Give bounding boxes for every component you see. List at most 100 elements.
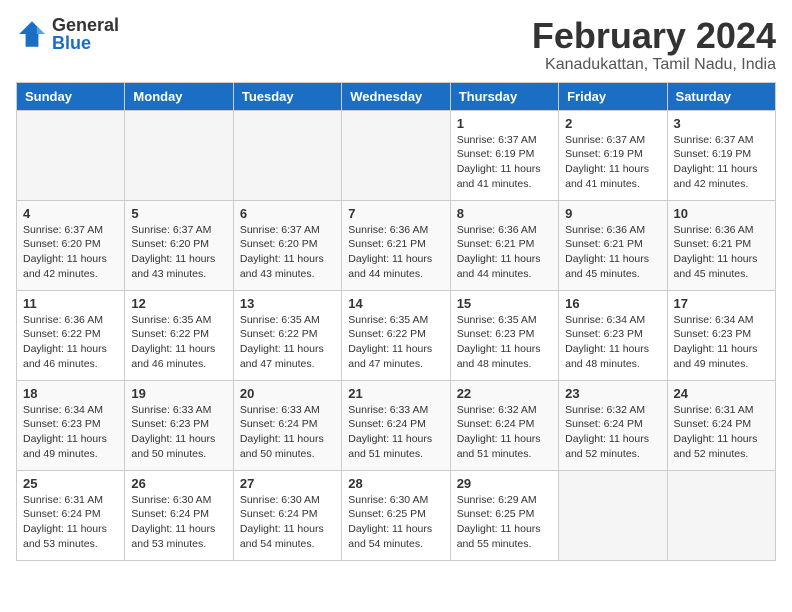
day-number: 2 <box>565 116 660 131</box>
day-number: 15 <box>457 296 552 311</box>
calendar-cell: 28Sunrise: 6:30 AM Sunset: 6:25 PM Dayli… <box>342 470 450 560</box>
calendar-cell: 5 Sunrise: 6:37 AM Sunset: 6:20 PM Daylig… <box>125 200 233 290</box>
day-number: 18 <box>23 386 118 401</box>
day-info: Sunrise: 6:36 AM Sunset: 6:21 PM Dayligh… <box>674 223 769 282</box>
calendar-cell: 20Sunrise: 6:33 AM Sunset: 6:24 PM Dayli… <box>233 380 341 470</box>
day-info: Sunrise: 6:32 AM Sunset: 6:24 PM Dayligh… <box>457 403 552 462</box>
day-info: Sunrise: 6:36 AM Sunset: 6:21 PM Dayligh… <box>348 223 443 282</box>
day-info: Sunrise: 6:30 AM Sunset: 6:24 PM Dayligh… <box>131 493 226 552</box>
day-info: Sunrise: 6:31 AM Sunset: 6:24 PM Dayligh… <box>23 493 118 552</box>
day-info: Sunrise: 6:37 AM Sunset: 6:19 PM Dayligh… <box>565 133 660 192</box>
calendar-cell: 21 Sunrise: 6:33 AM Sunset: 6:24 PM Dayli… <box>342 380 450 470</box>
day-number: 6 <box>240 206 335 221</box>
calendar-cell: 1 Sunrise: 6:37 AM Sunset: 6:19 PM Daylig… <box>450 110 558 200</box>
calendar-cell <box>125 110 233 200</box>
calendar-cell: 6 Sunrise: 6:37 AM Sunset: 6:20 PM Daylig… <box>233 200 341 290</box>
calendar-cell: 18 Sunrise: 6:34 AM Sunset: 6:23 PM Dayli… <box>17 380 125 470</box>
calendar-cell: 15 Sunrise: 6:35 AM Sunset: 6:23 PM Dayli… <box>450 290 558 380</box>
day-info: Sunrise: 6:35 AM Sunset: 6:22 PM Dayligh… <box>348 313 443 372</box>
calendar-cell: 8Sunrise: 6:36 AM Sunset: 6:21 PM Daylig… <box>450 200 558 290</box>
calendar-cell: 14 Sunrise: 6:35 AM Sunset: 6:22 PM Dayli… <box>342 290 450 380</box>
calendar-cell: 27 Sunrise: 6:30 AM Sunset: 6:24 PM Dayli… <box>233 470 341 560</box>
day-number: 29 <box>457 476 552 491</box>
day-number: 25 <box>23 476 118 491</box>
calendar-header: SundayMondayTuesdayWednesdayThursdayFrid… <box>17 82 776 110</box>
day-info: Sunrise: 6:37 AM Sunset: 6:20 PM Dayligh… <box>240 223 335 282</box>
calendar-cell: 12Sunrise: 6:35 AM Sunset: 6:22 PM Dayli… <box>125 290 233 380</box>
calendar-cell: 9Sunrise: 6:36 AM Sunset: 6:21 PM Daylig… <box>559 200 667 290</box>
day-info: Sunrise: 6:33 AM Sunset: 6:23 PM Dayligh… <box>131 403 226 462</box>
day-info: Sunrise: 6:33 AM Sunset: 6:24 PM Dayligh… <box>240 403 335 462</box>
week-row-1: 4 Sunrise: 6:37 AM Sunset: 6:20 PM Daylig… <box>17 200 776 290</box>
calendar-cell: 2 Sunrise: 6:37 AM Sunset: 6:19 PM Daylig… <box>559 110 667 200</box>
calendar-cell: 23 Sunrise: 6:32 AM Sunset: 6:24 PM Dayli… <box>559 380 667 470</box>
calendar-cell: 11Sunrise: 6:36 AM Sunset: 6:22 PM Dayli… <box>17 290 125 380</box>
day-info: Sunrise: 6:32 AM Sunset: 6:24 PM Dayligh… <box>565 403 660 462</box>
calendar-cell: 19 Sunrise: 6:33 AM Sunset: 6:23 PM Dayli… <box>125 380 233 470</box>
day-number: 22 <box>457 386 552 401</box>
day-info: Sunrise: 6:37 AM Sunset: 6:19 PM Dayligh… <box>457 133 552 192</box>
day-number: 16 <box>565 296 660 311</box>
calendar-cell <box>559 470 667 560</box>
calendar-cell: 24 Sunrise: 6:31 AM Sunset: 6:24 PM Dayli… <box>667 380 775 470</box>
day-info: Sunrise: 6:34 AM Sunset: 6:23 PM Dayligh… <box>674 313 769 372</box>
calendar-body: 1 Sunrise: 6:37 AM Sunset: 6:19 PM Daylig… <box>17 110 776 560</box>
header-day-wednesday: Wednesday <box>342 82 450 110</box>
day-number: 13 <box>240 296 335 311</box>
week-row-4: 25 Sunrise: 6:31 AM Sunset: 6:24 PM Dayli… <box>17 470 776 560</box>
day-info: Sunrise: 6:30 AM Sunset: 6:24 PM Dayligh… <box>240 493 335 552</box>
day-number: 1 <box>457 116 552 131</box>
calendar-cell: 22 Sunrise: 6:32 AM Sunset: 6:24 PM Dayli… <box>450 380 558 470</box>
calendar-cell <box>17 110 125 200</box>
day-number: 27 <box>240 476 335 491</box>
day-info: Sunrise: 6:34 AM Sunset: 6:23 PM Dayligh… <box>565 313 660 372</box>
day-info: Sunrise: 6:33 AM Sunset: 6:24 PM Dayligh… <box>348 403 443 462</box>
calendar-cell: 26 Sunrise: 6:30 AM Sunset: 6:24 PM Dayli… <box>125 470 233 560</box>
header-day-sunday: Sunday <box>17 82 125 110</box>
day-info: Sunrise: 6:29 AM Sunset: 6:25 PM Dayligh… <box>457 493 552 552</box>
day-number: 19 <box>131 386 226 401</box>
day-number: 4 <box>23 206 118 221</box>
day-number: 12 <box>131 296 226 311</box>
calendar-title: February 2024 <box>532 16 776 56</box>
day-info: Sunrise: 6:37 AM Sunset: 6:20 PM Dayligh… <box>131 223 226 282</box>
logo-icon <box>16 18 48 50</box>
title-block: February 2024 Kanadukattan, Tamil Nadu, … <box>532 16 776 74</box>
calendar-cell: 29 Sunrise: 6:29 AM Sunset: 6:25 PM Dayli… <box>450 470 558 560</box>
week-row-3: 18 Sunrise: 6:34 AM Sunset: 6:23 PM Dayli… <box>17 380 776 470</box>
day-number: 23 <box>565 386 660 401</box>
day-number: 21 <box>348 386 443 401</box>
header-day-friday: Friday <box>559 82 667 110</box>
day-number: 7 <box>348 206 443 221</box>
day-number: 3 <box>674 116 769 131</box>
day-info: Sunrise: 6:35 AM Sunset: 6:23 PM Dayligh… <box>457 313 552 372</box>
day-info: Sunrise: 6:31 AM Sunset: 6:24 PM Dayligh… <box>674 403 769 462</box>
calendar-cell: 4Sunrise: 6:37 AM Sunset: 6:20 PM Daylig… <box>17 200 125 290</box>
calendar-cell <box>342 110 450 200</box>
calendar-table: SundayMondayTuesdayWednesdayThursdayFrid… <box>16 82 776 561</box>
day-number: 5 <box>131 206 226 221</box>
header-row: SundayMondayTuesdayWednesdayThursdayFrid… <box>17 82 776 110</box>
calendar-cell: 3Sunrise: 6:37 AM Sunset: 6:19 PM Daylig… <box>667 110 775 200</box>
calendar-cell: 10 Sunrise: 6:36 AM Sunset: 6:21 PM Dayli… <box>667 200 775 290</box>
page-header: General Blue February 2024 Kanadukattan,… <box>16 16 776 74</box>
header-day-saturday: Saturday <box>667 82 775 110</box>
calendar-cell: 17Sunrise: 6:34 AM Sunset: 6:23 PM Dayli… <box>667 290 775 380</box>
day-info: Sunrise: 6:36 AM Sunset: 6:21 PM Dayligh… <box>565 223 660 282</box>
logo-blue-text: Blue <box>52 34 119 52</box>
calendar-cell: 16 Sunrise: 6:34 AM Sunset: 6:23 PM Dayli… <box>559 290 667 380</box>
day-info: Sunrise: 6:36 AM Sunset: 6:21 PM Dayligh… <box>457 223 552 282</box>
day-number: 24 <box>674 386 769 401</box>
day-number: 14 <box>348 296 443 311</box>
header-day-tuesday: Tuesday <box>233 82 341 110</box>
day-number: 26 <box>131 476 226 491</box>
calendar-cell <box>667 470 775 560</box>
logo-text: General Blue <box>52 16 119 52</box>
logo-general-text: General <box>52 16 119 34</box>
day-number: 10 <box>674 206 769 221</box>
calendar-cell: 13 Sunrise: 6:35 AM Sunset: 6:22 PM Dayli… <box>233 290 341 380</box>
day-info: Sunrise: 6:35 AM Sunset: 6:22 PM Dayligh… <box>240 313 335 372</box>
week-row-0: 1 Sunrise: 6:37 AM Sunset: 6:19 PM Daylig… <box>17 110 776 200</box>
day-number: 11 <box>23 296 118 311</box>
day-info: Sunrise: 6:34 AM Sunset: 6:23 PM Dayligh… <box>23 403 118 462</box>
